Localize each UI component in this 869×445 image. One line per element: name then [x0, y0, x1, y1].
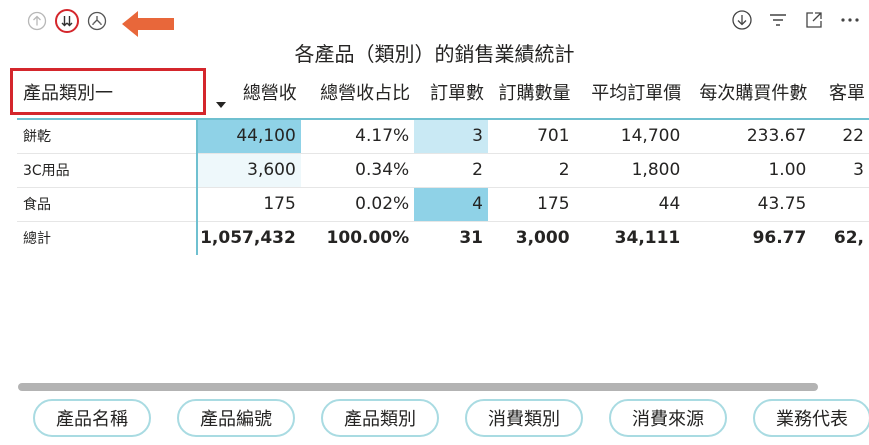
cell: 4.17%: [300, 119, 415, 154]
row-header[interactable]: 3C用品: [17, 153, 198, 188]
field-button-product-id[interactable]: 產品編號: [177, 399, 295, 437]
download-icon[interactable]: [731, 9, 753, 31]
cell: 43.75: [685, 187, 812, 222]
total-cell: 34,111: [614, 228, 681, 249]
drill-up-icon[interactable]: [26, 10, 48, 32]
total-label: 總計: [23, 231, 51, 248]
field-button-consumption-source[interactable]: 消費來源: [609, 399, 727, 437]
drill-toolbar: [26, 9, 108, 33]
cell: 1,800: [574, 153, 686, 188]
horizontal-scrollbar[interactable]: [18, 383, 818, 391]
cell: 2: [488, 153, 575, 188]
column-header[interactable]: 平均訂單價: [575, 66, 686, 119]
total-cell: 96.77: [752, 228, 807, 249]
cell: 175: [196, 187, 301, 222]
drill-down-icon[interactable]: [86, 10, 108, 32]
column-header[interactable]: 總營收占比: [301, 66, 414, 119]
table-row[interactable]: 餅乾 44,100 4.17% 3 701 14,700 233.67 22: [17, 119, 869, 154]
row-header[interactable]: 食品: [17, 187, 198, 222]
header-row: 產品類別一 總營收 總營收占比 訂單數 訂購數量 平均訂單價 每次購買件數 客單: [17, 66, 869, 119]
visual-header-icons: [731, 9, 861, 31]
total-cell: 31: [459, 228, 483, 249]
cell: [811, 187, 869, 222]
total-cell: 100.00%: [326, 228, 410, 249]
column-header[interactable]: 每次購買件數: [685, 66, 811, 119]
cell: 3: [414, 119, 488, 154]
cell: 233.67: [685, 119, 812, 154]
table-row[interactable]: 食品 175 0.02% 4 175 44 43.75: [17, 187, 869, 222]
matrix-table: 產品類別一 總營收 總營收占比 訂單數 訂購數量 平均訂單價 每次購買件數 客單…: [17, 66, 869, 255]
cell: 0.02%: [300, 187, 415, 222]
cell: 44,100: [196, 119, 301, 154]
cell: 2: [414, 153, 488, 188]
total-cell: 1,057,432: [196, 221, 301, 255]
cell: 175: [488, 187, 575, 222]
cell: 44: [574, 187, 686, 222]
visual-title: 各產品（類別）的銷售業績統計: [294, 42, 575, 66]
column-header[interactable]: 產品類別一: [17, 66, 197, 119]
cell: 22: [811, 119, 869, 154]
focus-mode-icon[interactable]: [803, 9, 825, 31]
cell: 701: [488, 119, 575, 154]
field-button-product-name[interactable]: 產品名稱: [33, 399, 151, 437]
cell: 3,600: [196, 153, 301, 188]
column-header[interactable]: 總營收: [197, 66, 301, 119]
cell: 4: [414, 187, 488, 222]
field-button-sales-rep[interactable]: 業務代表: [753, 399, 869, 437]
cell: 1.00: [685, 153, 812, 188]
column-header[interactable]: 訂購數量: [488, 66, 575, 119]
cell: 3: [811, 153, 869, 188]
column-header[interactable]: 客單: [811, 66, 869, 119]
total-cell: 3,000: [515, 228, 570, 249]
row-header[interactable]: 餅乾: [17, 119, 198, 154]
cell: 0.34%: [300, 153, 415, 188]
column-header[interactable]: 訂單數: [414, 66, 488, 119]
expand-next-level-icon[interactable]: [55, 9, 79, 33]
more-options-icon[interactable]: [839, 9, 861, 31]
field-button-consumption-category[interactable]: 消費類別: [465, 399, 583, 437]
total-cell: 62,: [833, 228, 864, 249]
field-button-product-category[interactable]: 產品類別: [321, 399, 439, 437]
total-row: 總計 1,057,432 100.00% 31 3,000 34,111 96.…: [17, 221, 869, 255]
cell: 14,700: [574, 119, 686, 154]
sort-descending-icon[interactable]: [216, 102, 226, 108]
filter-icon[interactable]: [767, 9, 789, 31]
field-buttons: 產品名稱 產品編號 產品類別 消費類別 消費來源 業務代表: [33, 399, 869, 437]
table-row[interactable]: 3C用品 3,600 0.34% 2 2 1,800 1.00 3: [17, 153, 869, 188]
matrix-visual: 產品類別一 總營收 總營收占比 訂單數 訂購數量 平均訂單價 每次購買件數 客單…: [0, 66, 869, 266]
